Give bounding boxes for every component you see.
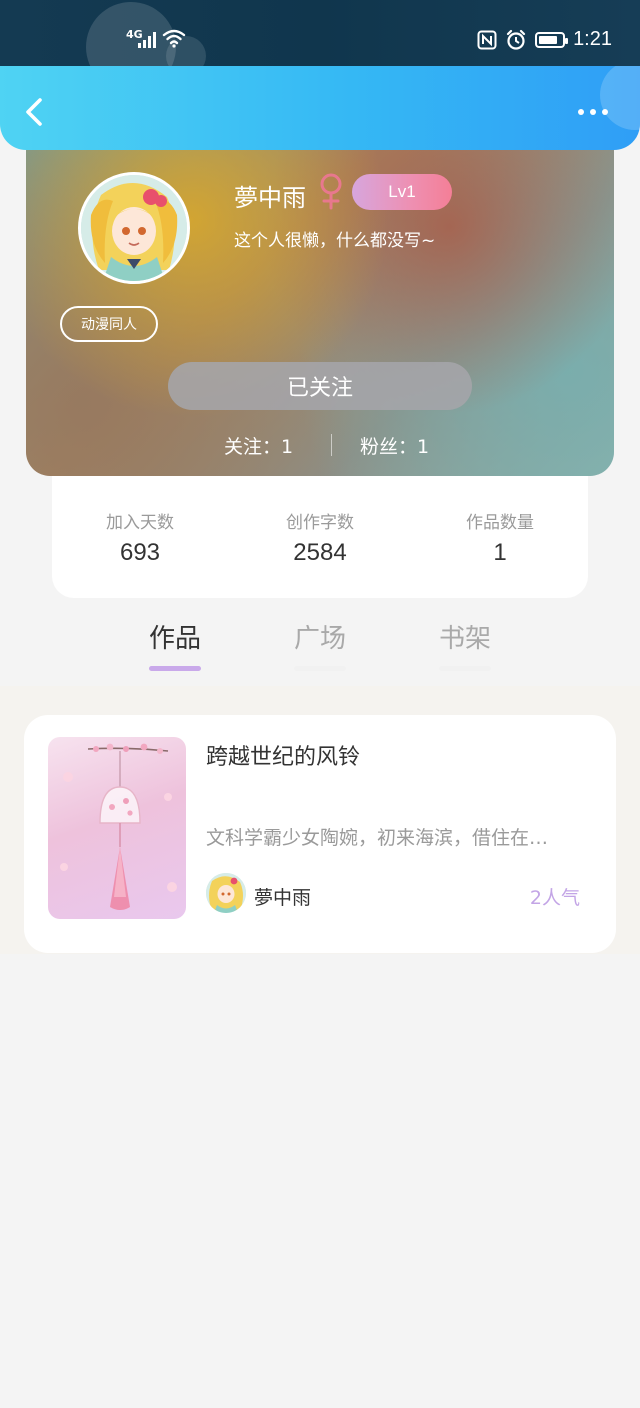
popularity-count: 2人气 <box>529 887 580 909</box>
stat-label: 创作字数 <box>286 513 354 533</box>
more-dots-icon <box>602 109 608 115</box>
following-count[interactable]: 关注：1 <box>224 432 293 459</box>
follow-stats: 关注：1 粉丝：1 <box>26 432 614 462</box>
nfc-icon <box>477 30 497 49</box>
profile-card: 夢中雨 Lv1 这个人很懒，什么都没写~ 动漫同人 已关注 关注：1 粉丝：1 <box>26 120 614 476</box>
more-button[interactable] <box>578 102 618 122</box>
female-icon <box>320 173 342 210</box>
tab-bookshelf[interactable]: 书架 <box>425 618 505 655</box>
stat-label: 加入天数 <box>106 513 174 533</box>
work-title: 跨越世纪的风铃 <box>206 745 361 770</box>
stat-value: 1 <box>493 539 507 566</box>
tab-bar: 作品 广场 书架 <box>0 612 640 686</box>
signal-icon <box>138 30 156 48</box>
works-list: 跨越世纪的风铃 文科学霸少女陶婉，初来海滨，借住在… 夢中雨 2人气 <box>0 686 640 954</box>
avatar-image <box>81 175 187 281</box>
tab-underline <box>149 666 201 671</box>
wifi-icon <box>162 29 186 48</box>
stat-join-days: 加入天数 693 <box>70 508 210 567</box>
status-bar: 4G 1:21 <box>0 0 640 92</box>
clock: 1:21 <box>573 28 612 50</box>
author-avatar[interactable] <box>206 873 246 913</box>
fans-count[interactable]: 粉丝：1 <box>360 432 429 459</box>
author-avatar-image <box>206 873 246 913</box>
chevron-left-icon <box>26 98 42 126</box>
author-name[interactable]: 夢中雨 <box>254 883 311 910</box>
stat-work-count: 作品数量 1 <box>430 508 570 567</box>
work-card[interactable]: 跨越世纪的风铃 文科学霸少女陶婉，初来海滨，借住在… 夢中雨 2人气 <box>24 715 616 953</box>
level-badge: Lv1 <box>352 174 452 210</box>
interest-tag[interactable]: 动漫同人 <box>60 306 158 342</box>
tab-underline <box>294 666 346 671</box>
tab-square[interactable]: 广场 <box>280 618 360 655</box>
stat-word-count: 创作字数 2584 <box>250 508 390 567</box>
tab-underline <box>439 666 491 671</box>
stats-card: 加入天数 693 创作字数 2584 作品数量 1 <box>52 470 588 598</box>
follow-button[interactable]: 已关注 <box>168 362 472 410</box>
work-description: 文科学霸少女陶婉，初来海滨，借住在… <box>206 827 549 849</box>
stat-value: 693 <box>119 539 161 566</box>
divider <box>331 434 332 456</box>
more-dots-icon <box>578 109 584 115</box>
book-cover[interactable] <box>48 737 186 919</box>
avatar[interactable] <box>78 172 190 284</box>
username: 夢中雨 <box>234 184 306 212</box>
tab-works[interactable]: 作品 <box>135 618 215 655</box>
battery-icon <box>535 31 569 48</box>
stat-value: 2584 <box>293 539 347 566</box>
back-button[interactable] <box>18 92 54 132</box>
bio-text: 这个人很懒，什么都没写~ <box>234 231 436 251</box>
header-bar <box>0 66 640 150</box>
more-dots-icon <box>590 109 596 115</box>
status-right: 1:21 <box>477 28 612 51</box>
book-cover-image <box>60 743 177 910</box>
stat-label: 作品数量 <box>466 513 534 533</box>
alarm-icon <box>506 29 526 50</box>
